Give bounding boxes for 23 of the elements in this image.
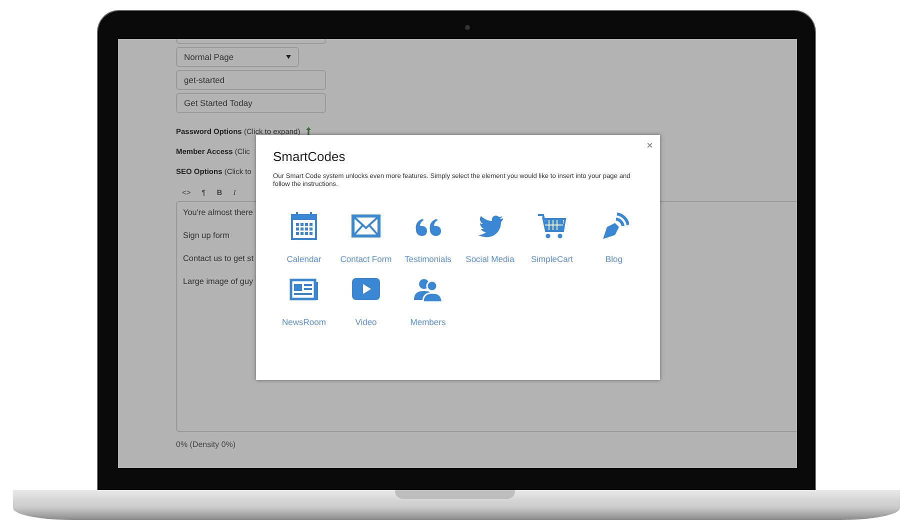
editor-text: You're almost there <box>183 208 253 217</box>
density-text: 0% (Density 0%) <box>176 440 237 449</box>
smartcode-link[interactable]: Blog <box>605 254 622 264</box>
page-type-select[interactable]: Normal Page <box>176 47 299 67</box>
editor-text: Contact us to get st <box>183 254 254 263</box>
smartcode-link[interactable]: Contact Form <box>340 254 392 264</box>
caret-icon <box>286 55 291 59</box>
arrow-up-icon <box>306 127 312 135</box>
input-field[interactable]: get-started <box>176 70 326 90</box>
editor-text: Sign up form <box>183 231 230 240</box>
smartcode-link[interactable]: Members <box>410 317 446 328</box>
smartcode-link[interactable]: Testimonials <box>404 254 452 264</box>
editor-text: Large image of guy <box>183 277 254 286</box>
smartcode-link[interactable]: SimpleCart <box>530 254 574 264</box>
smartcode-link[interactable]: Video <box>355 317 377 328</box>
smartcode-link[interactable]: Social Media <box>466 254 514 264</box>
smartcode-link[interactable]: NewsRoom <box>282 317 326 328</box>
camera-icon <box>465 25 470 30</box>
close-button[interactable]: × <box>646 140 653 152</box>
modal-title: SmartCodes <box>273 149 346 164</box>
smartcode-link[interactable]: Calendar <box>286 254 322 264</box>
input-field[interactable]: Get Started Today <box>176 93 326 113</box>
calendar-icon[interactable] <box>289 211 319 242</box>
